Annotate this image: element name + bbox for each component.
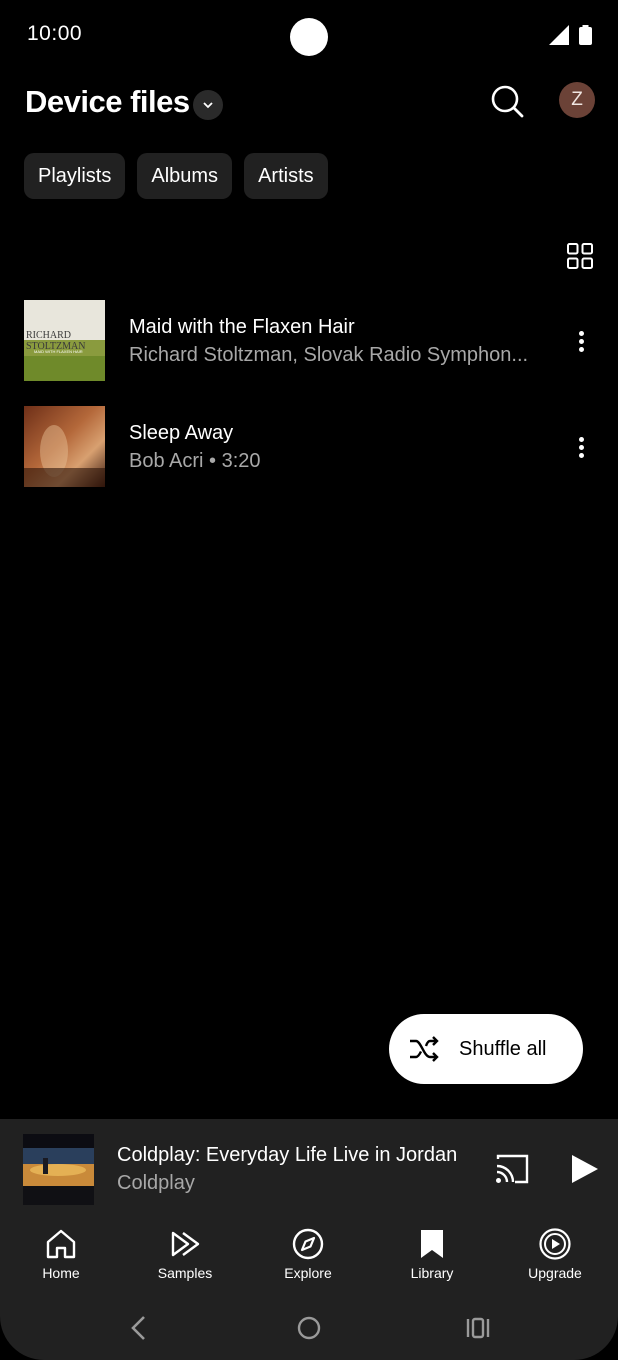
chip-playlists[interactable]: Playlists bbox=[24, 153, 126, 199]
track-title: Maid with the Flaxen Hair bbox=[129, 316, 355, 338]
phone-screen: 10:00 Device files Z Playlists Albums Ar… bbox=[0, 0, 618, 1360]
avatar[interactable]: Z bbox=[559, 82, 595, 118]
chip-artists[interactable]: Artists bbox=[244, 153, 328, 199]
now-playing-title: Coldplay: Everyday Life Live in Jordan bbox=[117, 1144, 458, 1166]
home-circle-icon[interactable] bbox=[292, 1311, 326, 1345]
nav-library[interactable]: Library bbox=[382, 1227, 482, 1281]
track-title: Sleep Away bbox=[129, 422, 234, 444]
shuffle-all-label: Shuffle all bbox=[459, 1037, 547, 1060]
play-icon[interactable] bbox=[568, 1153, 600, 1185]
shuffle-all-button[interactable]: Shuffle all bbox=[389, 1014, 583, 1084]
grid-view-icon[interactable] bbox=[566, 242, 594, 270]
svg-text:MAID WITH FLAXEN HAIR: MAID WITH FLAXEN HAIR bbox=[34, 349, 83, 354]
back-icon[interactable] bbox=[122, 1311, 156, 1345]
now-playing-artist: Coldplay bbox=[117, 1172, 195, 1194]
system-nav-bar bbox=[0, 1297, 618, 1360]
chevron-down-icon bbox=[203, 102, 213, 109]
track-list: RICHARD STOLTZMAN MAID WITH FLAXEN HAIR … bbox=[0, 298, 618, 510]
nav-home[interactable]: Home bbox=[11, 1227, 111, 1281]
status-time: 10:00 bbox=[27, 22, 83, 45]
nav-samples[interactable]: Samples bbox=[135, 1227, 235, 1281]
battery-icon bbox=[579, 25, 592, 45]
cast-icon[interactable] bbox=[494, 1153, 530, 1185]
nav-label-library: Library bbox=[410, 1265, 454, 1281]
track-row[interactable]: RICHARD STOLTZMAN MAID WITH FLAXEN HAIR … bbox=[0, 298, 618, 404]
more-options-icon[interactable] bbox=[568, 430, 594, 464]
shuffle-icon bbox=[410, 1036, 439, 1062]
chip-albums[interactable]: Albums bbox=[137, 153, 233, 199]
mini-player[interactable]: Coldplay: Everyday Life Live in Jordan C… bbox=[0, 1119, 618, 1215]
nav-upgrade[interactable]: Upgrade bbox=[505, 1227, 605, 1281]
nav-label-explore: Explore bbox=[284, 1265, 332, 1281]
svg-text:RICHARD: RICHARD bbox=[26, 330, 71, 341]
track-subtitle: Richard Stoltzman, Slovak Radio Symphon.… bbox=[129, 344, 529, 366]
home-icon bbox=[46, 1229, 76, 1259]
source-dropdown-button[interactable] bbox=[193, 90, 223, 120]
nav-label-samples: Samples bbox=[157, 1265, 213, 1281]
recents-icon[interactable] bbox=[461, 1311, 495, 1345]
samples-icon bbox=[171, 1231, 200, 1257]
track-subtitle: Bob Acri • 3:20 bbox=[129, 450, 261, 472]
library-icon bbox=[421, 1230, 443, 1258]
upgrade-icon bbox=[539, 1228, 571, 1260]
signal-icon bbox=[549, 25, 569, 45]
status-bar: 10:00 bbox=[0, 0, 618, 70]
album-art bbox=[24, 406, 105, 487]
filter-chips: Playlists Albums Artists bbox=[24, 153, 328, 199]
more-options-icon[interactable] bbox=[568, 324, 594, 358]
nav-label-upgrade: Upgrade bbox=[528, 1265, 582, 1281]
album-art: RICHARD STOLTZMAN MAID WITH FLAXEN HAIR bbox=[24, 300, 105, 381]
track-row[interactable]: Sleep Away Bob Acri • 3:20 bbox=[0, 404, 618, 510]
nav-explore[interactable]: Explore bbox=[258, 1227, 358, 1281]
bottom-nav: Home Samples Explore Library Upgrade bbox=[0, 1215, 618, 1297]
now-playing-art bbox=[23, 1134, 94, 1205]
camera-cutout bbox=[290, 18, 328, 56]
header: Device files Z bbox=[0, 78, 618, 132]
nav-label-home: Home bbox=[42, 1265, 80, 1281]
page-title: Device files bbox=[25, 84, 190, 119]
search-icon[interactable] bbox=[489, 83, 525, 119]
avatar-initial: Z bbox=[571, 89, 583, 110]
explore-icon bbox=[292, 1228, 324, 1260]
